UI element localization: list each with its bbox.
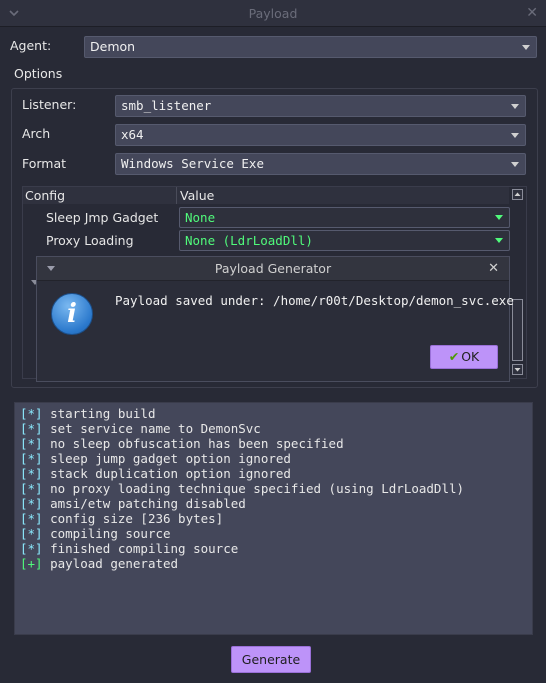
config-table-header: Config Value — [23, 187, 509, 204]
column-divider — [176, 187, 177, 204]
console-line-text: payload generated — [50, 556, 179, 571]
agent-select-value: Demon — [90, 39, 136, 54]
console-line-tag: [+] — [20, 556, 43, 571]
config-row-key: Sleep Jmp Gadget — [46, 210, 159, 225]
console-line-text: no proxy loading technique specified (us… — [50, 481, 465, 496]
console-line-text: starting build — [50, 406, 156, 421]
listener-select-value: smb_listener — [121, 98, 212, 113]
proxy-loading-select[interactable]: None (LdrLoadDll) — [179, 230, 510, 251]
dialog-close-icon[interactable]: ✕ — [488, 261, 499, 276]
console-line-tag: [*] — [20, 466, 43, 481]
build-console: [*] starting build [*] set service name t… — [14, 402, 533, 635]
chevron-down-icon — [522, 45, 530, 50]
console-line: [*] no sleep obfuscation has been specif… — [20, 436, 344, 451]
chevron-down-icon — [511, 104, 519, 109]
listener-select[interactable]: smb_listener — [115, 95, 526, 117]
column-config[interactable]: Config — [25, 187, 65, 204]
format-select-value: Windows Service Exe — [121, 156, 264, 171]
arch-select[interactable]: x64 — [115, 124, 526, 146]
info-icon: i — [51, 293, 93, 335]
payload-generator-dialog: Payload Generator ✕ i Payload saved unde… — [36, 256, 514, 382]
console-line-text: amsi/etw patching disabled — [50, 496, 246, 511]
console-line: [*] starting build — [20, 406, 155, 421]
window-menu-chevron-icon[interactable] — [9, 8, 19, 18]
agent-select[interactable]: Demon — [84, 36, 537, 58]
window-titlebar: Payload — [0, 0, 546, 27]
console-line: [*] compiling source — [20, 526, 171, 541]
options-label: Options — [14, 66, 63, 81]
console-line: [*] config size [236 bytes] — [20, 511, 223, 526]
console-line-tag: [*] — [20, 421, 43, 436]
console-line-text: sleep jump gadget option ignored — [50, 451, 291, 466]
console-line: [*] sleep jump gadget option ignored — [20, 451, 291, 466]
format-select[interactable]: Windows Service Exe — [115, 153, 526, 175]
console-line: [*] amsi/etw patching disabled — [20, 496, 246, 511]
console-line-tag: [*] — [20, 526, 43, 541]
chevron-down-icon — [514, 368, 521, 372]
arch-select-value: x64 — [121, 127, 144, 142]
config-row-key: Proxy Loading — [46, 233, 134, 248]
chevron-down-icon — [495, 238, 503, 243]
console-line-tag: [*] — [20, 406, 43, 421]
checkmark-icon: ✔ — [448, 349, 460, 364]
console-line-tag: [*] — [20, 511, 43, 526]
ok-button[interactable]: ✔ OK — [430, 345, 498, 369]
agent-label: Agent: — [10, 38, 52, 53]
column-value[interactable]: Value — [180, 187, 214, 204]
ok-button-label: OK — [461, 349, 480, 364]
scroll-down-button[interactable] — [512, 364, 523, 375]
window-close-icon[interactable]: ✕ — [526, 6, 538, 20]
console-line: [*] stack duplication option ignored — [20, 466, 291, 481]
console-line: [+] payload generated — [20, 556, 178, 571]
generate-button[interactable]: Generate — [231, 646, 311, 673]
dialog-titlebar: Payload Generator ✕ — [37, 257, 509, 281]
dialog-message: Payload saved under: /home/r00t/Desktop/… — [115, 293, 514, 308]
console-line: [*] set service name to DemonSvc — [20, 421, 261, 436]
format-label: Format — [22, 156, 67, 171]
dialog-title: Payload Generator — [214, 261, 332, 276]
console-line-text: finished compiling source — [50, 541, 239, 556]
chevron-down-icon — [511, 162, 519, 167]
chevron-up-icon — [514, 192, 521, 196]
sleep-jmp-gadget-select[interactable]: None — [179, 207, 510, 228]
console-line-text: stack duplication option ignored — [50, 466, 291, 481]
console-line-tag: [*] — [20, 541, 43, 556]
listener-label: Listener: — [22, 97, 77, 112]
console-line: [*] finished compiling source — [20, 541, 238, 556]
config-row-value: None (LdrLoadDll) — [185, 233, 313, 248]
config-row-value: None — [185, 210, 216, 225]
console-line-tag: [*] — [20, 481, 43, 496]
console-line-tag: [*] — [20, 451, 43, 466]
window-title: Payload — [248, 6, 298, 21]
console-line-tag: [*] — [20, 436, 43, 451]
arch-label: Arch — [22, 126, 51, 141]
console-line-text: set service name to DemonSvc — [50, 421, 261, 436]
console-line: [*] no proxy loading technique specified… — [20, 481, 464, 496]
console-line-text: compiling source — [50, 526, 171, 541]
console-line-text: config size [236 bytes] — [50, 511, 224, 526]
console-line-tag: [*] — [20, 496, 43, 511]
scrollbar-handle[interactable] — [512, 299, 523, 361]
console-line-text: no sleep obfuscation has been specified — [50, 436, 344, 451]
chevron-down-icon — [511, 133, 519, 138]
scroll-up-button[interactable] — [512, 189, 523, 200]
chevron-down-icon — [495, 215, 503, 220]
